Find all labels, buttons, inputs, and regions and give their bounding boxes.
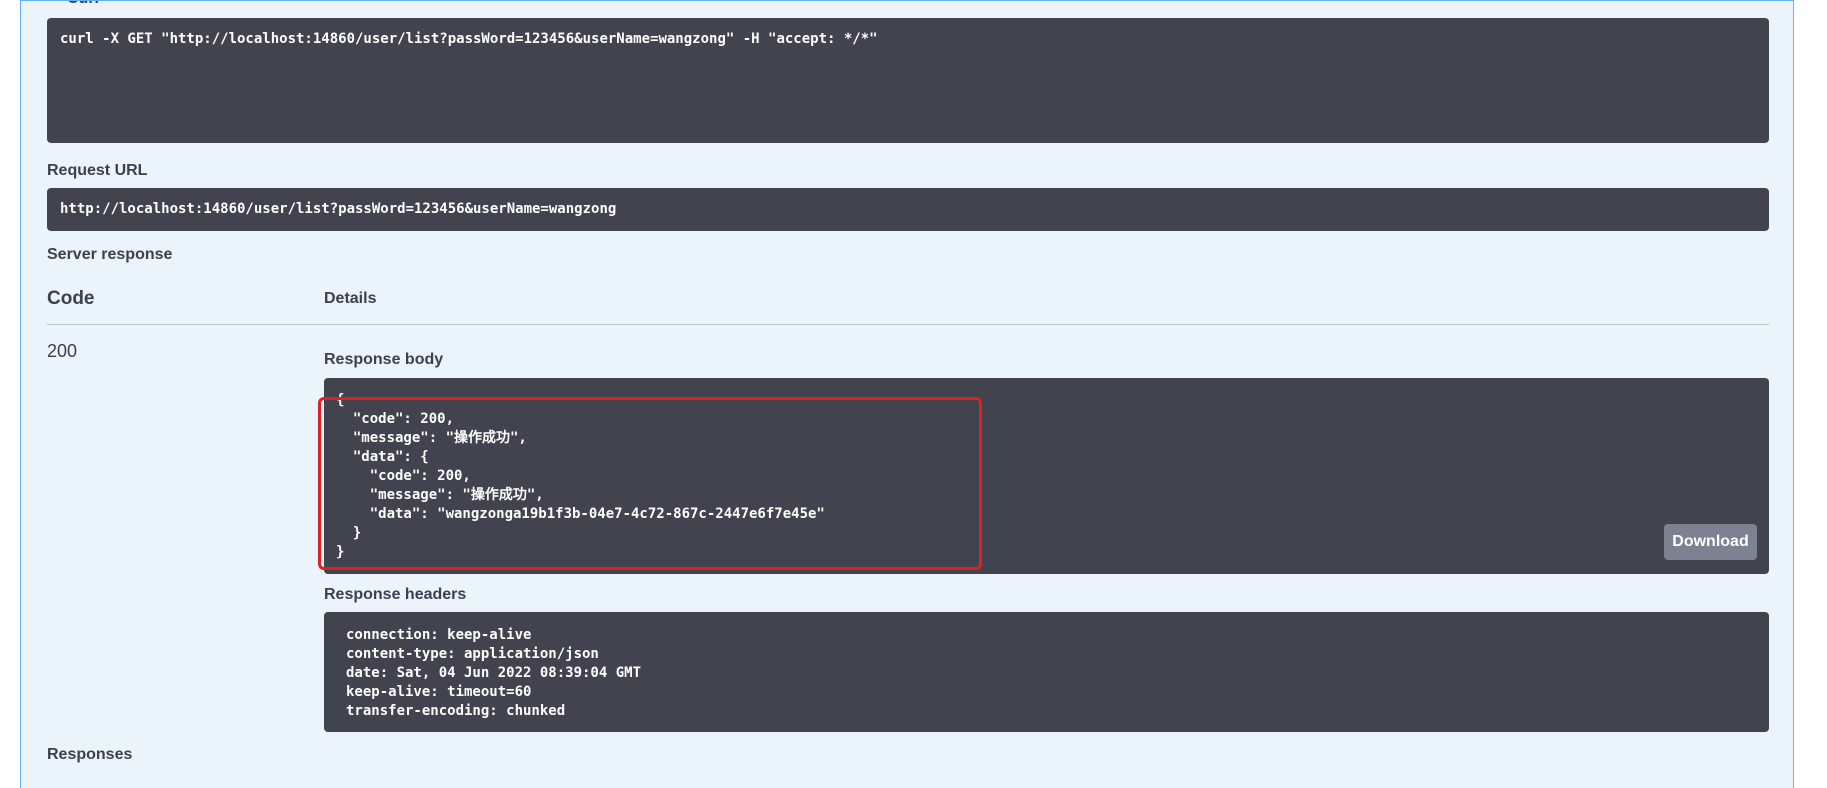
response-headers-box[interactable]: connection: keep-alive content-type: app… [324, 612, 1769, 732]
response-body-label: Response body [324, 351, 444, 368]
table-header-divider [47, 324, 1769, 325]
operation-panel: Curl curl -X GET "http://localhost:14860… [20, 0, 1794, 788]
server-response-label: Server response [47, 246, 173, 263]
code-column-header: Code [47, 288, 95, 309]
request-url-box[interactable]: http://localhost:14860/user/list?passWor… [47, 188, 1769, 231]
responses-label: Responses [47, 746, 133, 763]
download-button[interactable]: Download [1664, 524, 1757, 560]
status-code: 200 [47, 341, 78, 361]
curl-label: Curl [67, 1, 99, 8]
request-url-label: Request URL [47, 162, 148, 179]
request-url-text: http://localhost:14860/user/list?passWor… [60, 201, 617, 217]
response-headers-label: Response headers [324, 586, 467, 603]
response-headers-text: connection: keep-alive content-type: app… [346, 627, 642, 719]
details-column-header: Details [324, 290, 377, 307]
curl-command-text: curl -X GET "http://localhost:14860/user… [60, 31, 878, 47]
curl-command-box[interactable]: curl -X GET "http://localhost:14860/user… [47, 18, 1769, 143]
response-body-box[interactable]: { "code": 200, "message": "操作成功", "data"… [324, 378, 1769, 574]
response-body-text: { "code": 200, "message": "操作成功", "data"… [336, 392, 825, 560]
